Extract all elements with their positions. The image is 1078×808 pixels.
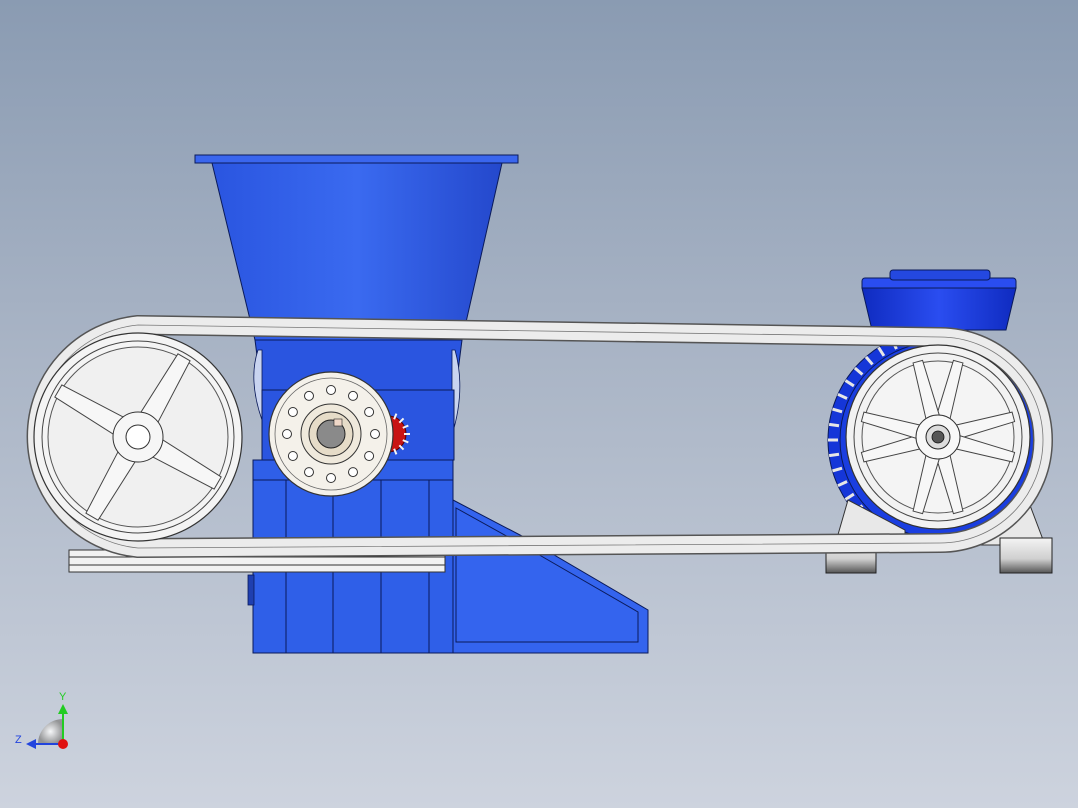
bolt [326, 385, 336, 395]
cad-viewport[interactable]: Y Z [0, 0, 1078, 808]
bolt [348, 467, 358, 478]
large-pulley[interactable] [33, 332, 243, 542]
bolt [287, 407, 298, 417]
motor-pulley[interactable] [845, 344, 1031, 530]
bolt [282, 429, 292, 439]
machine-drawing: Y Z [15, 154, 1053, 749]
z-axis-arrow-icon [26, 739, 36, 749]
bolt [304, 467, 314, 478]
bolt [348, 390, 358, 401]
axis-triad: Y Z [15, 691, 68, 749]
z-axis-label: Z [15, 734, 22, 746]
fin [828, 452, 840, 458]
y-axis-arrow-icon [58, 704, 68, 714]
bolt [370, 429, 380, 439]
bolt [364, 407, 375, 417]
fin [828, 422, 840, 428]
bolt [287, 451, 298, 461]
origin-dot [58, 739, 68, 749]
bolt [326, 473, 336, 483]
bolt [304, 390, 314, 401]
y-axis-label: Y [59, 691, 67, 703]
bolt [364, 451, 375, 461]
